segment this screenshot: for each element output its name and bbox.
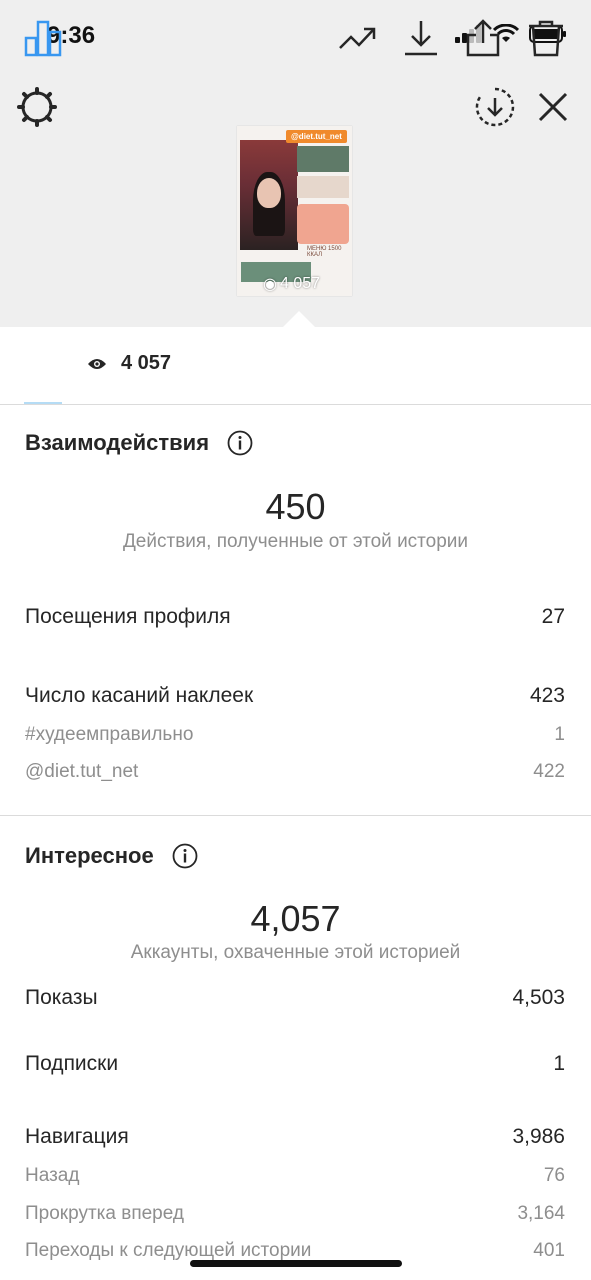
delete-trash-icon[interactable] (526, 18, 566, 58)
info-icon[interactable] (172, 843, 198, 869)
story-thumbnail[interactable]: МЕНЮ 1500 ККАЛ @diet.tut_net ◉ 4 057 (237, 126, 352, 296)
sticker-row-mention: @diet.tut_net 422 (25, 761, 565, 782)
home-indicator[interactable] (190, 1260, 402, 1267)
discovery-section-title: Интересное (25, 843, 198, 869)
info-icon[interactable] (227, 430, 253, 456)
save-download-icon[interactable] (474, 86, 516, 128)
settings-gear-icon[interactable] (16, 86, 58, 128)
metric-row-navigation: Навигация 3,986 (25, 1125, 565, 1148)
active-tab-indicator (24, 402, 62, 404)
reach-total-caption: Аккаунты, охваченные этой историей (130, 942, 461, 963)
views-count: 4 057 (121, 352, 172, 374)
download-icon[interactable] (401, 18, 441, 58)
share-icon[interactable] (463, 18, 503, 58)
insights-bar-chart-icon[interactable] (23, 18, 63, 58)
interactions-section-title: Взаимодействия (25, 430, 253, 456)
menu-caption: МЕНЮ 1500 ККАЛ (307, 246, 342, 258)
sticker-row-hashtag: #худеемправильно 1 (25, 724, 565, 745)
eye-icon: ◉ (263, 276, 277, 293)
story-view-count: ◉ 4 057 (263, 275, 321, 293)
interactions-total: 450 (265, 486, 326, 527)
story-mention-sticker: @diet.tut_net (286, 130, 347, 143)
thumbnail-pointer (283, 311, 315, 327)
eye-icon (88, 358, 106, 369)
views-counter: 4 057 (87, 352, 171, 375)
metric-row-impressions: Показы 4,503 (25, 986, 565, 1009)
reach-total: 4,057 (250, 898, 341, 939)
close-icon[interactable] (534, 88, 572, 126)
metric-row-sticker-taps: Число касаний наклеек 423 (25, 684, 565, 707)
interactions-total-caption: Действия, полученные от этой истории (122, 531, 469, 552)
navigation-row-back: Назад 76 (25, 1165, 565, 1186)
promote-trend-icon[interactable] (338, 18, 378, 58)
navigation-row-next-story: Переходы к следующей истории 401 (25, 1240, 565, 1261)
metric-row-follows: Подписки 1 (25, 1052, 565, 1075)
navigation-row-forward: Прокрутка вперед 3,164 (25, 1203, 565, 1224)
metric-row-profile-visits: Посещения профиля 27 (25, 605, 565, 628)
section-divider (0, 815, 591, 816)
